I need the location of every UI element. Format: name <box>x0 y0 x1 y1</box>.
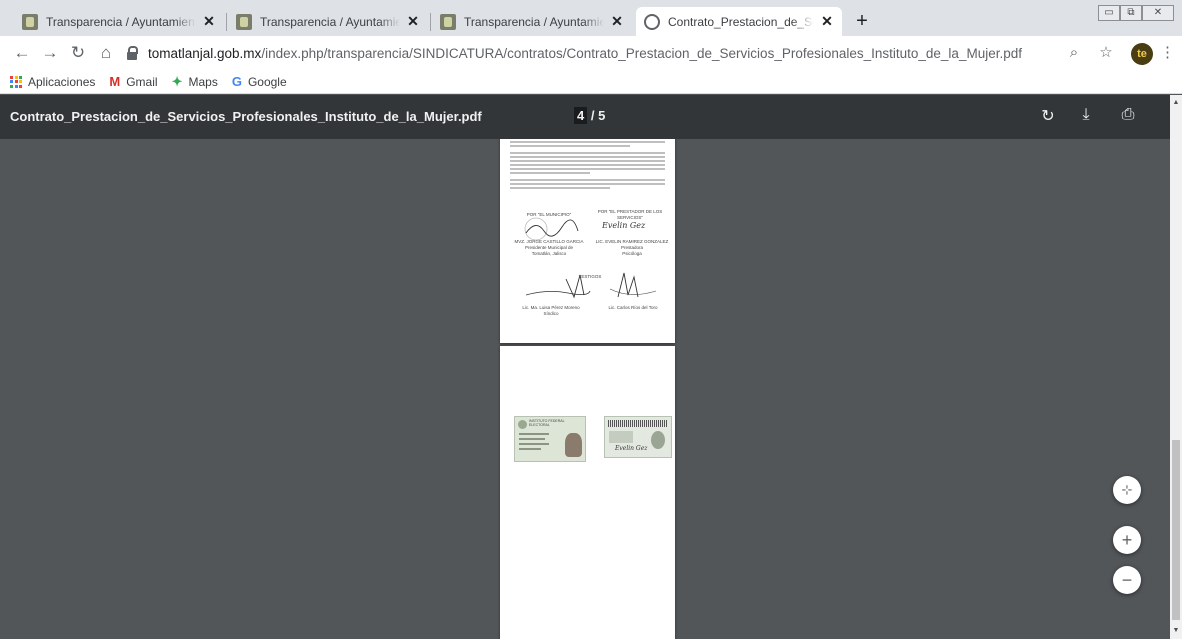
card-text-line <box>519 438 545 440</box>
site-favicon-icon <box>440 13 456 30</box>
text-line <box>510 156 665 158</box>
bookmark-label: Maps <box>188 74 218 89</box>
card-text-line <box>519 433 549 435</box>
tab-transparencia-2[interactable]: Transparencia / Ayuntamiento de ✕ <box>228 7 428 36</box>
id-signature: Evelin Gez <box>615 445 648 452</box>
bookmark-google[interactable]: G Google <box>232 74 287 89</box>
bookmark-gmail[interactable]: M Gmail <box>109 74 157 89</box>
google-g-icon: G <box>231 74 242 89</box>
fit-to-page-button[interactable]: ⊹ <box>1113 476 1141 504</box>
forward-button[interactable]: → <box>38 41 62 65</box>
zoom-out-button[interactable]: − <box>1113 566 1141 594</box>
signer-left: MVZ. JORGE CASTILLO GARCIA Presidente Mu… <box>514 239 584 256</box>
bookmark-label: Aplicaciones <box>28 74 96 89</box>
close-tab-icon[interactable]: ✕ <box>406 13 420 30</box>
tab-title: Transparencia / Ayuntamiento de <box>46 14 196 29</box>
text-line <box>510 183 665 185</box>
print-icon[interactable]: ⎙ <box>1118 106 1138 124</box>
bookmark-label: Gmail <box>126 74 158 89</box>
witness-signatures-scribble <box>525 272 657 299</box>
url-path: /index.php/transparencia/SINDICATURA/con… <box>261 45 1022 61</box>
pdf-toolbar: Contrato_Prestacion_de_Servicios_Profesi… <box>0 95 1170 139</box>
zoom-in-button[interactable]: + <box>1113 526 1141 554</box>
download-icon[interactable]: ⤓ <box>1076 106 1096 124</box>
pdf-page-5: INSTITUTO FEDERAL ELECTORAL Evelin Gez <box>500 346 675 639</box>
tab-separator <box>430 13 431 31</box>
reload-button[interactable]: ↻ <box>66 41 90 65</box>
minimize-window-button[interactable]: ▭ <box>1098 5 1120 21</box>
id-card-back: Evelin Gez <box>604 416 672 458</box>
pdf-filename: Contrato_Prestacion_de_Servicios_Profesi… <box>10 109 482 124</box>
current-page-input[interactable]: 4 <box>574 107 588 124</box>
text-line <box>510 164 665 166</box>
barcode <box>608 420 668 427</box>
bookmarks-bar: Aplicaciones M Gmail ✦ Maps G Google <box>0 70 1182 94</box>
page-total: / 5 <box>590 108 606 123</box>
page-indicator: 4 / 5 <box>574 107 606 124</box>
scroll-down-arrow-icon[interactable]: ▼ <box>1172 627 1180 635</box>
id-card-header: INSTITUTO FEDERAL ELECTORAL <box>529 419 565 427</box>
scrollbar-thumb[interactable] <box>1172 440 1180 620</box>
text-line <box>510 187 610 189</box>
tab-title: Transparencia / Ayuntamiento de <box>464 14 604 29</box>
close-tab-icon[interactable]: ✕ <box>202 13 216 30</box>
vertical-scrollbar[interactable]: ▲ ▼ <box>1170 95 1182 639</box>
maps-pin-icon: ✦ <box>171 73 183 89</box>
profile-avatar[interactable]: te <box>1131 43 1153 65</box>
close-tab-icon[interactable]: ✕ <box>610 13 624 30</box>
label-prestador: POR "EL PRESTADOR DE LOS SERVICIOS" <box>597 209 663 220</box>
pdf-viewer[interactable]: POR "EL MUNICIPIO" POR "EL PRESTADOR DE … <box>0 139 1170 639</box>
seal-icon <box>518 420 527 429</box>
browser-toolbar: ← → ↻ ⌂ tomatlanjal.gob.mx/index.php/tra… <box>0 36 1182 70</box>
text-line <box>510 141 665 143</box>
tab-contrato-pdf[interactable]: Contrato_Prestacion_de_Servicios ✕ <box>636 7 842 36</box>
home-button[interactable]: ⌂ <box>94 41 118 65</box>
fingerprint-icon <box>651 431 665 449</box>
gmail-icon: M <box>109 74 121 89</box>
url-domain: tomatlanjal.gob.mx <box>148 45 262 61</box>
zoom-icon[interactable]: ⌕ <box>1064 41 1084 65</box>
signer-right: LIC. EVELIN RAMIREZ GONZALEZ Prestadora … <box>595 239 669 256</box>
bookmark-label: Google <box>247 74 287 89</box>
lock-icon <box>126 46 138 60</box>
text-line <box>510 172 590 174</box>
text-line <box>510 160 665 162</box>
address-bar[interactable]: tomatlanjal.gob.mx/index.php/transparenc… <box>126 40 1086 66</box>
text-line <box>510 152 665 154</box>
tab-transparencia-1[interactable]: Transparencia / Ayuntamiento de ✕ <box>14 7 224 36</box>
site-favicon-icon <box>22 13 38 30</box>
text-line <box>510 168 665 170</box>
signature-scribble-left <box>524 217 579 241</box>
new-tab-button[interactable]: + <box>850 9 874 33</box>
pdf-page-4: POR "EL MUNICIPIO" POR "EL PRESTADOR DE … <box>500 139 675 343</box>
menu-kebab-icon[interactable]: ⋮ <box>1160 41 1175 65</box>
card-text-line <box>519 448 541 450</box>
witness-right: Lic. Carlos Ríos del Toro <box>608 305 658 310</box>
id-card-front: INSTITUTO FEDERAL ELECTORAL <box>514 416 586 462</box>
apps-grid-icon <box>10 75 22 88</box>
tab-separator <box>226 13 227 31</box>
scroll-up-arrow-icon[interactable]: ▲ <box>1172 99 1180 107</box>
globe-icon <box>644 13 660 30</box>
witness-left: Lic. Ma. Luisa Pérez Moreno Síndico <box>522 305 580 316</box>
bookmark-maps[interactable]: ✦ Maps <box>172 74 218 90</box>
tab-strip: Transparencia / Ayuntamiento de ✕ Transp… <box>0 0 1182 36</box>
tab-title: Transparencia / Ayuntamiento de <box>260 14 400 29</box>
text-line <box>510 179 665 181</box>
tab-title: Contrato_Prestacion_de_Servicios <box>668 14 814 29</box>
close-tab-icon[interactable]: ✕ <box>820 13 834 30</box>
id-photo <box>565 433 582 457</box>
maximize-window-button[interactable]: ⧉ <box>1120 5 1142 21</box>
site-favicon-icon <box>236 13 252 30</box>
tab-transparencia-3[interactable]: Transparencia / Ayuntamiento de ✕ <box>432 7 632 36</box>
rotate-icon[interactable]: ↻ <box>1038 106 1058 126</box>
close-window-button[interactable]: ✕ <box>1142 5 1174 21</box>
signature-prestadora: Evelin Gez <box>602 221 646 230</box>
card-text-line <box>519 443 549 445</box>
text-line <box>510 145 630 147</box>
bookmark-star-icon[interactable]: ☆ <box>1096 41 1116 65</box>
card-text-block <box>609 431 633 443</box>
bookmark-apps[interactable]: Aplicaciones <box>10 75 95 89</box>
back-button[interactable]: ← <box>10 41 34 65</box>
